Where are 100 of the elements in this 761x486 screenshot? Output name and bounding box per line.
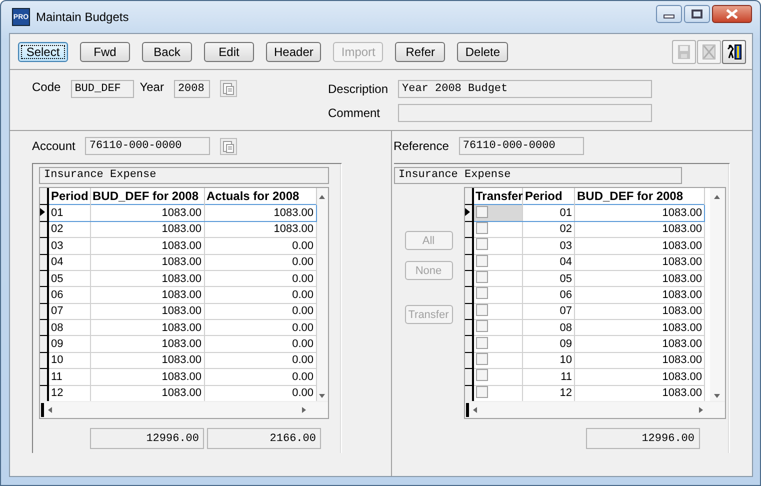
scroll-down-icon [713,393,721,399]
transfer-checkbox[interactable] [476,222,488,234]
field-label: Reference [394,139,449,153]
scroll-up-icon [713,194,721,200]
exit-button[interactable] [722,40,746,64]
transfer-checkbox[interactable] [476,352,488,365]
lookup-icon[interactable] [220,80,237,97]
table-cell: 05 [48,270,90,287]
toolbar-button[interactable]: Fwd [80,42,130,62]
column-header[interactable]: Period [522,188,574,205]
scroll-right-icon [698,406,704,414]
field-label: Comment [328,106,382,120]
table-cell: 0.00 [204,336,316,352]
scroll-down-icon [318,393,326,399]
table-cell: 1083.00 [90,286,204,304]
column-header[interactable]: Actuals for 2008 [204,188,316,205]
minimize-button[interactable] [656,5,682,23]
scroll-marker [466,403,468,417]
total-field: 2166.00 [207,428,321,449]
transfer-checkbox[interactable] [476,271,488,284]
table-cell: 1083.00 [204,221,316,238]
field-label: Account [32,139,76,153]
vertical-scrollbar[interactable] [710,188,724,401]
table-cell: 0.00 [204,352,316,369]
table-cell: 1083.00 [574,254,704,270]
field-label: Code [32,80,61,94]
description-field[interactable]: Year 2008 Budget [398,80,652,98]
table-cell: 1083.00 [574,221,704,238]
transfer-checkbox[interactable] [476,369,488,382]
transfer-checkbox[interactable] [476,320,488,332]
table-cell: 05 [522,270,574,287]
table-cell: 10 [522,352,574,369]
cancel-icon [701,44,717,60]
vertical-scrollbar[interactable] [316,188,328,401]
scroll-right-icon [301,406,307,414]
table-cell: 1083.00 [574,270,704,287]
transfer-checkbox[interactable] [476,386,488,398]
account-name: Insurance Expense [39,167,329,184]
column-header[interactable]: Period [48,188,90,205]
account-name: Insurance Expense [394,167,682,184]
total-field: 12996.00 [586,428,700,449]
table-cell: 06 [522,286,574,304]
table-cell: 1083.00 [574,352,704,369]
account-field[interactable]: 76110-000-0000 [85,137,210,155]
save-icon [676,44,692,60]
toolbar-button[interactable]: Refer [395,42,446,62]
transfer-checkbox[interactable] [476,238,488,250]
table-cell: 1083.00 [90,368,204,386]
table-cell: 1083.00 [574,204,704,222]
column-header[interactable]: Transfer [472,188,522,205]
table-cell: 0.00 [204,320,316,336]
table-cell: 01 [522,204,574,222]
table-cell: 1083.00 [90,303,204,320]
reference-field[interactable]: 76110-000-0000 [458,137,584,155]
table-cell: 04 [48,254,90,270]
scroll-left-icon [472,406,478,414]
toolbar-button[interactable]: Header [266,42,322,62]
scroll-marker [41,403,44,417]
transfer-checkbox[interactable] [476,336,488,349]
scroll-left-icon [47,406,53,414]
column-header[interactable]: BUD_DEF for 2008 [90,188,204,205]
column-header[interactable]: BUD_DEF for 2008 [574,188,704,205]
table-cell: 07 [48,303,90,320]
toolbar-button[interactable]: Edit [204,42,254,62]
table-cell: 08 [48,320,90,336]
comment-field[interactable] [398,104,652,122]
table-cell: 01 [48,204,90,222]
table-cell: 06 [48,286,90,304]
table-cell: 0.00 [204,270,316,287]
toolbar-button[interactable]: Select [18,42,68,62]
field-label: Description [328,82,390,96]
table-cell: 1083.00 [90,254,204,270]
scroll-up-icon [318,194,326,200]
transfer-checkbox[interactable] [476,206,488,218]
table-cell: 1083.00 [90,238,204,254]
lookup-icon[interactable] [220,138,238,154]
table-cell: 1083.00 [90,336,204,352]
code-field[interactable]: BUD_DEF [70,80,134,98]
exit-icon [726,44,742,60]
toolbar-button[interactable]: Back [142,42,192,62]
table-cell: 1083.00 [574,303,704,320]
table-cell: 02 [48,221,90,238]
transfer-checkbox[interactable] [476,304,488,316]
close-button[interactable] [712,5,752,23]
table-cell: 0.00 [204,368,316,386]
table-cell: 1083.00 [574,238,704,254]
table-cell: 09 [48,336,90,352]
table-cell: 03 [48,238,90,254]
table-cell: 1083.00 [574,286,704,304]
transfer-checkbox[interactable] [476,254,488,267]
table-cell: 02 [522,221,574,238]
table-cell: 1083.00 [574,320,704,336]
toolbar-button[interactable]: Delete [457,42,508,62]
table-cell: 0.00 [204,286,316,304]
maximize-button[interactable] [684,5,710,23]
table-cell: 0.00 [204,254,316,270]
table-cell: 1083.00 [204,204,316,222]
table-cell: 11 [48,368,90,386]
year-field[interactable]: 2008 [174,80,210,98]
transfer-checkbox[interactable] [476,287,488,300]
